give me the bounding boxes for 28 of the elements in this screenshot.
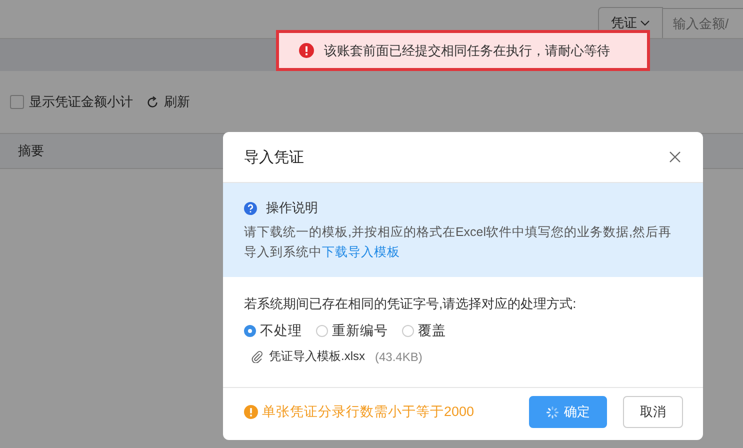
file-size: (43.4KB) xyxy=(375,350,422,364)
warning-icon xyxy=(244,405,258,419)
warning-text: 单张凭证分录行数需小于等于2000 xyxy=(262,403,474,421)
radio-circle[interactable] xyxy=(244,325,256,337)
error-icon xyxy=(299,43,314,58)
close-icon[interactable] xyxy=(669,151,681,163)
cancel-button[interactable]: 取消 xyxy=(623,396,683,428)
question-text: 若系统期间已存在相同的凭证字号,请选择对应的处理方式: xyxy=(244,295,578,313)
refresh-button[interactable]: 刷新 xyxy=(146,93,190,111)
column-header: 摘要 xyxy=(18,142,44,160)
loading-icon xyxy=(546,406,559,418)
info-text: 请下载统一的模板,并按相应的格式在Excel软件中填写您的业务数据,然后再导入到系统中下载导入模板 xyxy=(244,224,673,261)
checkbox[interactable] xyxy=(10,95,24,109)
refresh-icon xyxy=(146,96,159,108)
radio-circle[interactable] xyxy=(402,325,414,337)
help-icon xyxy=(244,202,257,214)
paperclip-icon xyxy=(251,350,263,363)
search-field[interactable]: 输入金额/ xyxy=(663,8,743,38)
checkbox-label: 显示凭证金额小计 xyxy=(29,93,133,111)
radio-option[interactable]: 重新编号 xyxy=(316,322,388,340)
dialog-title: 导入凭证 xyxy=(244,148,304,166)
radio-circle[interactable] xyxy=(316,325,328,337)
toast-message: 该账套前面已经提交相同任务在执行，请耐心等待 xyxy=(324,42,610,60)
radio-option[interactable]: 覆盖 xyxy=(402,322,446,340)
file-name[interactable]: 凭证导入模板.xlsx xyxy=(269,348,365,365)
radio-option[interactable]: 不处理 xyxy=(244,322,302,340)
chevron-icon xyxy=(640,20,650,26)
info-title: 操作说明 xyxy=(266,199,318,217)
